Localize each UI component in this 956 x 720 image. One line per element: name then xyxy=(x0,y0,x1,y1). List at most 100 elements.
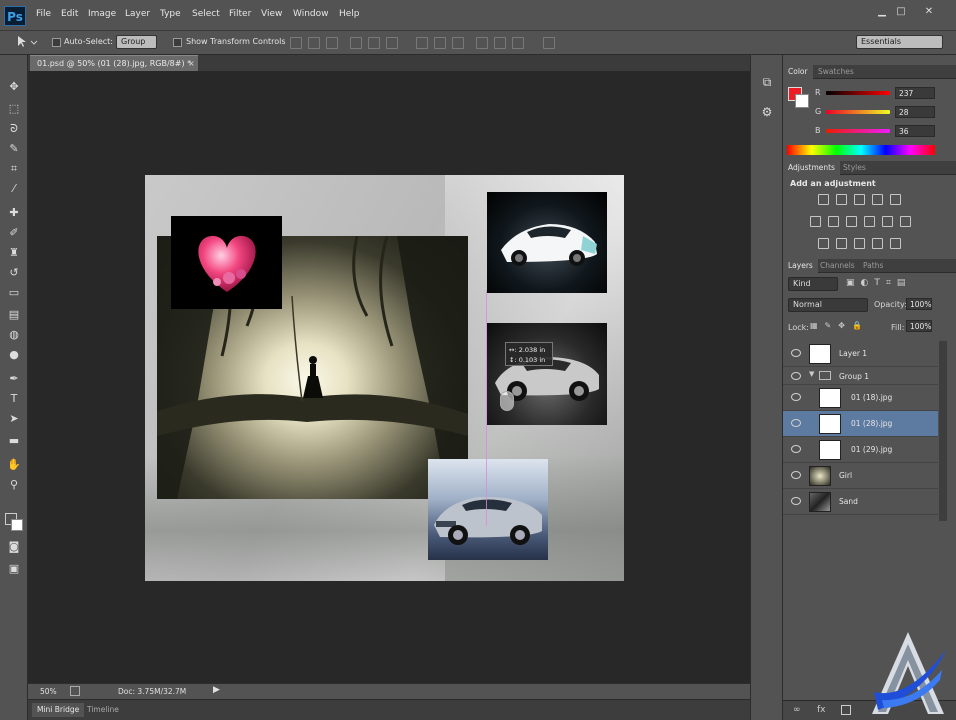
marquee-tool-icon[interactable]: ⬚ xyxy=(6,101,22,117)
posterize-adjustment-icon[interactable] xyxy=(836,238,847,249)
menu-select[interactable]: Select xyxy=(192,9,220,19)
auto-select-checkbox[interactable] xyxy=(52,38,61,47)
tab-adjustments[interactable]: Adjustments xyxy=(783,161,840,175)
exposure-adjustment-icon[interactable] xyxy=(872,194,883,205)
document-tab[interactable]: 01.psd @ 50% (01 (28).jpg, RGB/8#) * × xyxy=(30,55,198,71)
curves-adjustment-icon[interactable] xyxy=(854,194,865,205)
path-select-tool-icon[interactable]: ➤ xyxy=(6,411,22,427)
menu-help[interactable]: Help xyxy=(339,9,360,19)
layer-filter-icons[interactable]: ▣◐T⌗▤ xyxy=(846,278,936,290)
blue-value-input[interactable]: 36 xyxy=(895,125,935,137)
hand-tool-icon[interactable]: ✋ xyxy=(6,457,22,473)
menu-file[interactable]: File xyxy=(36,9,51,19)
green-value-input[interactable]: 28 xyxy=(895,106,935,118)
selective-color-adjustment-icon[interactable] xyxy=(872,238,883,249)
color-balance-adjustment-icon[interactable] xyxy=(828,216,839,227)
move-tool-preset-icon[interactable] xyxy=(16,35,38,49)
eraser-tool-icon[interactable]: ▭ xyxy=(6,285,22,301)
tab-channels[interactable]: Channels xyxy=(815,259,860,273)
tab-timeline[interactable]: Timeline xyxy=(82,703,124,717)
brightness-adjustment-icon[interactable] xyxy=(818,194,829,205)
crop-tool-icon[interactable]: ⌗ xyxy=(6,161,22,177)
green-slider[interactable] xyxy=(826,110,890,114)
close-button[interactable]: ✕ xyxy=(922,6,936,18)
visibility-eye-icon[interactable] xyxy=(791,372,801,380)
heart-image[interactable] xyxy=(171,216,282,309)
align-hcenter-icon[interactable] xyxy=(368,37,380,49)
gradient-map-adjustment-icon[interactable] xyxy=(890,238,901,249)
align-vcenter-icon[interactable] xyxy=(308,37,320,49)
properties-panel-icon[interactable]: ⚙ xyxy=(759,105,775,121)
status-menu-arrow-icon[interactable]: ▶ xyxy=(213,685,220,695)
eyedropper-tool-icon[interactable]: ⁄ xyxy=(6,181,22,197)
zoom-tool-icon[interactable]: ⚲ xyxy=(6,477,22,493)
distribute-hcenter-icon[interactable] xyxy=(494,37,506,49)
visibility-eye-icon[interactable] xyxy=(791,445,801,453)
distribute-vcenter-icon[interactable] xyxy=(434,37,446,49)
levels-adjustment-icon[interactable] xyxy=(836,194,847,205)
menu-image[interactable]: Image xyxy=(88,9,116,19)
layer-group-row[interactable]: ▼ Group 1 xyxy=(783,367,938,385)
minimize-button[interactable]: ▁ xyxy=(875,6,889,18)
brush-tool-icon[interactable]: ✐ xyxy=(6,225,22,241)
menu-edit[interactable]: Edit xyxy=(61,9,78,19)
layer-row[interactable]: 01 (18).jpg xyxy=(783,385,938,411)
clone-stamp-tool-icon[interactable]: ♜ xyxy=(6,245,22,261)
align-left-icon[interactable] xyxy=(350,37,362,49)
status-share-icon[interactable] xyxy=(70,686,80,696)
menu-window[interactable]: Window xyxy=(293,9,329,19)
workspace-dropdown[interactable]: Essentials xyxy=(856,35,943,49)
pen-tool-icon[interactable]: ✒ xyxy=(6,371,22,387)
black-white-adjustment-icon[interactable] xyxy=(846,216,857,227)
move-tool-icon[interactable]: ✥ xyxy=(6,79,22,95)
background-color-swatch[interactable] xyxy=(11,519,23,531)
align-right-icon[interactable] xyxy=(386,37,398,49)
visibility-eye-icon[interactable] xyxy=(791,419,801,427)
tab-paths[interactable]: Paths xyxy=(858,259,888,273)
lasso-tool-icon[interactable]: ᘐ xyxy=(6,121,22,137)
type-tool-icon[interactable]: T xyxy=(6,391,22,407)
zoom-level[interactable]: 50% xyxy=(40,687,57,696)
align-bottom-icon[interactable] xyxy=(326,37,338,49)
layer-row[interactable]: 01 (29).jpg xyxy=(783,437,938,463)
visibility-eye-icon[interactable] xyxy=(791,471,801,479)
white-sports-car-image[interactable] xyxy=(487,192,607,293)
visibility-eye-icon[interactable] xyxy=(791,393,801,401)
layer-filter-kind-dropdown[interactable]: Kind xyxy=(788,277,838,291)
photo-filter-adjustment-icon[interactable] xyxy=(864,216,875,227)
menu-filter[interactable]: Filter xyxy=(229,9,251,19)
invert-adjustment-icon[interactable] xyxy=(818,238,829,249)
tab-mini-bridge[interactable]: Mini Bridge xyxy=(32,703,85,717)
blur-tool-icon[interactable]: ◍ xyxy=(6,327,22,343)
tab-layers[interactable]: Layers xyxy=(783,259,818,273)
lock-icons[interactable]: ▦✎✥🔒 xyxy=(810,321,872,331)
color-spectrum-ramp[interactable] xyxy=(787,145,935,155)
menu-layer[interactable]: Layer xyxy=(125,9,150,19)
color-lookup-adjustment-icon[interactable] xyxy=(900,216,911,227)
align-top-icon[interactable] xyxy=(290,37,302,49)
gradient-tool-icon[interactable]: ▤ xyxy=(6,307,22,323)
add-mask-icon[interactable] xyxy=(841,705,851,715)
maximize-button[interactable]: □ xyxy=(894,6,908,18)
healing-tool-icon[interactable]: ✚ xyxy=(6,205,22,221)
menu-type[interactable]: Type xyxy=(160,9,181,19)
show-transform-checkbox[interactable] xyxy=(173,38,182,47)
distribute-bottom-icon[interactable] xyxy=(452,37,464,49)
blue-slider[interactable] xyxy=(826,129,890,133)
menu-view[interactable]: View xyxy=(261,9,282,19)
history-brush-tool-icon[interactable]: ↺ xyxy=(6,265,22,281)
color-background-swatch[interactable] xyxy=(795,94,809,108)
visibility-eye-icon[interactable] xyxy=(791,349,801,357)
shape-tool-icon[interactable]: ▬ xyxy=(6,433,22,449)
channel-mixer-adjustment-icon[interactable] xyxy=(882,216,893,227)
layer-row[interactable]: Girl xyxy=(783,463,938,489)
tab-styles[interactable]: Styles xyxy=(838,161,871,175)
audi-r8-car-image[interactable] xyxy=(428,459,548,560)
screen-mode-icon[interactable]: ▣ xyxy=(6,561,22,577)
dodge-tool-icon[interactable]: ● xyxy=(6,347,22,363)
layer-row[interactable]: Layer 1 xyxy=(783,341,938,367)
distribute-top-icon[interactable] xyxy=(416,37,428,49)
layer-row-selected[interactable]: 01 (28).jpg xyxy=(783,411,938,437)
close-tab-icon[interactable]: × xyxy=(188,56,195,72)
vibrance-adjustment-icon[interactable] xyxy=(890,194,901,205)
